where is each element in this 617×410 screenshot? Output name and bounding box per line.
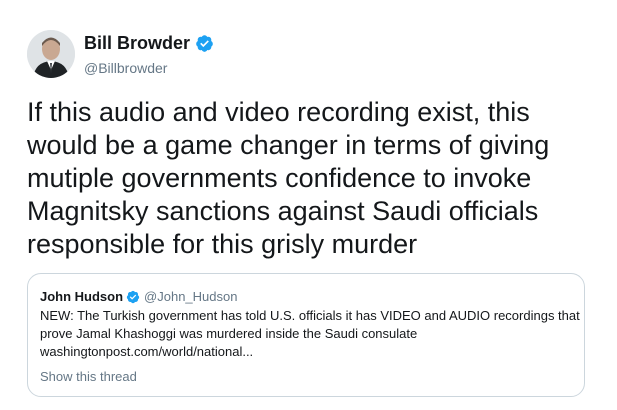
quoted-author-name: John Hudson	[40, 289, 124, 304]
show-thread-link[interactable]: Show this thread	[40, 369, 137, 384]
quoted-tweet-text: NEW: The Turkish government has told U.S…	[40, 308, 580, 341]
verified-badge-icon	[195, 34, 214, 53]
quoted-tweet-link[interactable]: washingtonpost.com/world/national...	[40, 343, 253, 361]
author-name[interactable]: Bill Browder	[84, 33, 214, 54]
tweet-card: Bill Browder @Billbrowder If this audio …	[0, 0, 617, 410]
author-name-text[interactable]: Bill Browder	[84, 33, 190, 54]
quoted-tweet[interactable]: John Hudson @John_Hudson NEW: The Turkis…	[27, 273, 585, 397]
author-avatar[interactable]	[27, 30, 75, 78]
person-avatar-icon	[27, 30, 75, 78]
author-handle[interactable]: @Billbrowder	[84, 60, 167, 76]
quoted-author-handle: @John_Hudson	[144, 289, 238, 304]
verified-badge-icon	[126, 290, 140, 304]
quoted-tweet-header: John Hudson @John_Hudson	[40, 289, 237, 304]
tweet-text: If this audio and video recording exist,…	[27, 97, 550, 259]
